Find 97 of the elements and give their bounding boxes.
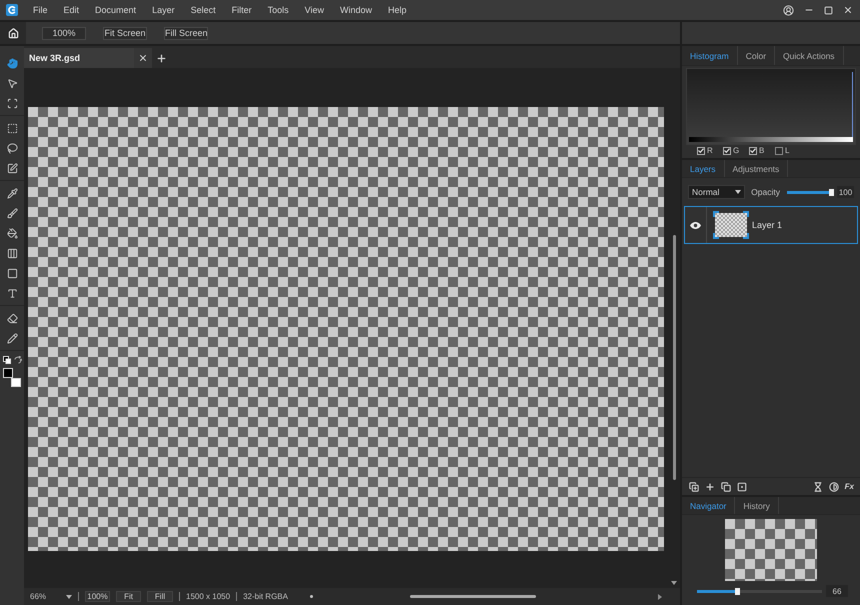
plus-icon (705, 482, 715, 492)
home-button[interactable] (0, 22, 26, 44)
zoom-preset-button[interactable]: 100% (85, 591, 110, 602)
slider-thumb[interactable] (829, 188, 834, 196)
panel-tab[interactable]: Quick Actions (775, 46, 844, 65)
channel-label: L (785, 146, 790, 155)
channel-checkbox[interactable] (723, 146, 731, 154)
dot-icon (310, 595, 313, 598)
user-account-icon[interactable] (783, 4, 794, 16)
opacity-value[interactable]: 100 (837, 186, 854, 198)
channel-label: R (707, 146, 713, 155)
square-pen-icon (6, 162, 18, 174)
checkmark-icon (750, 148, 756, 153)
panel-tab[interactable]: Layers (682, 160, 725, 177)
text-icon (6, 288, 18, 298)
channel-checkbox[interactable] (775, 146, 783, 154)
maximize-icon[interactable] (824, 6, 833, 14)
caret-down-icon (735, 190, 742, 194)
panel-tab[interactable]: Adjustments (724, 160, 788, 177)
menu-item[interactable]: Help (388, 5, 406, 15)
menu-item[interactable]: Edit (64, 5, 80, 15)
caret-down-icon (671, 581, 677, 585)
half-circle-icon (828, 482, 839, 492)
zoom-value[interactable]: 66 (826, 585, 848, 597)
checkmark-icon (698, 148, 704, 153)
paint-bucket-icon (6, 228, 18, 238)
opacity-label: Opacity (751, 187, 780, 197)
hand-icon (6, 58, 18, 68)
effects-button[interactable]: Fx (844, 482, 854, 491)
menu-item[interactable]: View (304, 5, 324, 15)
menu-item[interactable]: Window (340, 5, 372, 15)
add-button[interactable] (705, 482, 715, 492)
mask-button[interactable] (737, 482, 747, 492)
menu-item[interactable]: Filter (232, 5, 252, 15)
dashed-square-icon (6, 122, 18, 134)
menu-item[interactable]: Select (190, 5, 216, 15)
striped-square-icon (6, 248, 18, 258)
pointer-icon (6, 78, 18, 88)
background-color-swatch[interactable] (11, 378, 21, 387)
copy-plus-icon (689, 482, 699, 492)
home-icon (8, 28, 18, 38)
zoom-level: 66% (30, 592, 46, 601)
close-icon[interactable] (843, 5, 853, 15)
eyedropper-icon (6, 188, 18, 198)
channel-label: G (733, 146, 740, 155)
zoom-preset-button[interactable]: Fit (116, 591, 142, 602)
checkmark-icon (724, 148, 730, 153)
swap-arrow-icon[interactable] (14, 356, 22, 364)
zoom-option-button[interactable]: 100% (42, 26, 86, 40)
transparent-canvas[interactable] (28, 107, 664, 551)
scrollbar-thumb[interactable] (672, 235, 676, 480)
layer-row[interactable]: Layer 1 (684, 206, 858, 244)
layer-thumbnail (713, 211, 749, 239)
new-layer-button[interactable] (689, 482, 699, 492)
panel-tab[interactable]: Color (738, 46, 776, 65)
close-tab-button[interactable] (134, 48, 152, 68)
duplicate-button[interactable] (721, 482, 731, 492)
layer-name: Layer 1 (752, 220, 782, 230)
slider-track[interactable] (787, 188, 834, 196)
app-logo-icon[interactable] (6, 4, 18, 16)
channel-checkbox[interactable] (697, 146, 705, 154)
eraser-icon (6, 312, 18, 324)
hourglass-icon (812, 482, 823, 492)
slider-thumb[interactable] (735, 588, 740, 594)
panel-tab[interactable]: History (735, 497, 779, 514)
eye-icon (690, 222, 701, 228)
close-icon (138, 53, 148, 63)
channel-label: B (759, 146, 764, 155)
menu-item[interactable]: Document (95, 5, 136, 15)
lasso-icon (6, 142, 18, 154)
menu-item[interactable]: Layer (152, 5, 175, 15)
blend-mode-dropdown[interactable]: Normal (688, 185, 746, 199)
copy-icon (721, 482, 731, 492)
navigator-preview[interactable] (725, 519, 817, 581)
channel-checkbox[interactable] (749, 146, 757, 154)
scrollbar-thumb[interactable] (410, 595, 536, 598)
menu-item[interactable]: Tools (268, 5, 289, 15)
panel-tab[interactable]: Navigator (682, 497, 736, 514)
caret-down-icon (66, 594, 72, 598)
contrast-button[interactable] (828, 482, 839, 492)
frame-corners-icon (6, 98, 18, 108)
menu-item[interactable]: File (33, 5, 48, 15)
color-mode: 32-bit RGBA (243, 592, 288, 601)
brush-icon (6, 208, 18, 218)
pencil-icon (6, 332, 18, 344)
image-dimensions: 1500 x 1050 (186, 592, 230, 601)
zoom-option-button[interactable]: Fill Screen (164, 26, 208, 40)
panel-tab[interactable]: Histogram (682, 46, 738, 65)
caret-right-icon (658, 594, 662, 600)
square-icon (6, 268, 18, 278)
zoom-preset-button[interactable]: Fill (147, 591, 174, 602)
plus-icon (156, 52, 166, 64)
hourglass-button[interactable] (812, 482, 823, 492)
foreground-color-swatch[interactable] (3, 368, 13, 378)
default-colors-icon[interactable] (2, 356, 10, 364)
document-tab[interactable]: New 3R.gsd (24, 48, 134, 68)
zoom-option-button[interactable]: Fit Screen (103, 26, 147, 40)
